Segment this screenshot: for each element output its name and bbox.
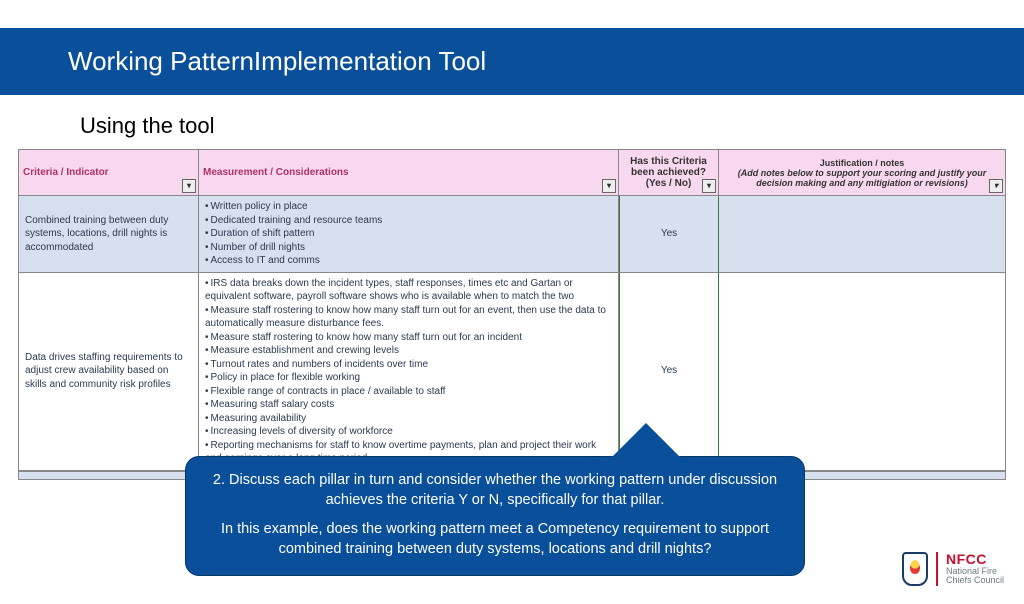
measurement-item: Measuring staff salary costs	[205, 398, 612, 412]
measurement-item: Written policy in place	[205, 200, 612, 214]
instruction-callout: 2. Discuss each pillar in turn and consi…	[185, 456, 805, 576]
logo-acronym: NFCC	[946, 552, 1004, 567]
measurement-item: Increasing levels of diversity of workfo…	[205, 425, 612, 439]
header-justification: Justification / notes (Add notes below t…	[719, 150, 1005, 196]
measurement-item: Turnout rates and numbers of incidents o…	[205, 358, 612, 372]
logo-divider	[936, 552, 938, 586]
measurement-item: Duration of shift pattern	[205, 227, 612, 241]
criteria-table: Criteria / Indicator ▾ Measurement / Con…	[18, 149, 1006, 480]
measurement-list-0: Written policy in placeDedicated trainin…	[205, 200, 612, 268]
cell-achieved: Yes	[619, 196, 719, 273]
measurement-item: Access to IT and comms	[205, 254, 612, 268]
header-justification-sublabel: (Add notes below to support your scoring…	[723, 168, 1001, 188]
measurement-item: Number of drill nights	[205, 241, 612, 255]
header-achieved: Has this Criteria been achieved? (Yes / …	[619, 150, 719, 196]
measurement-item: Policy in place for flexible working	[205, 371, 612, 385]
section-subtitle: Using the tool	[80, 113, 1024, 139]
measurement-item: Dedicated training and resource teams	[205, 214, 612, 228]
logo-text: NFCC National Fire Chiefs Council	[946, 552, 1004, 586]
header-measurement: Measurement / Considerations ▾	[199, 150, 619, 196]
measurement-item: Measure staff rostering to know how many…	[205, 331, 612, 345]
title-bar: Working PatternImplementation Tool	[0, 28, 1024, 95]
measurement-item: Measuring availability	[205, 412, 612, 426]
filter-dropdown-icon[interactable]: ▾	[989, 179, 1003, 193]
measurement-item: Measure establishment and crewing levels	[205, 344, 612, 358]
measurement-item: Flexible range of contracts in place / a…	[205, 385, 612, 399]
filter-dropdown-icon[interactable]: ▾	[602, 179, 616, 193]
callout-paragraph-1: 2. Discuss each pillar in turn and consi…	[210, 471, 780, 510]
table-row: Data drives staffing requirements to adj…	[19, 273, 1005, 471]
logo-line-2b: Chiefs Council	[946, 576, 1004, 585]
table-row: Combined training between duty systems, …	[19, 196, 1005, 273]
cell-justification	[719, 273, 1005, 471]
callout-paragraph-2: In this example, does the working patter…	[210, 520, 780, 559]
cell-measurement: Written policy in placeDedicated trainin…	[199, 196, 619, 273]
header-criteria: Criteria / Indicator ▾	[19, 150, 199, 196]
shield-flame-icon	[902, 552, 928, 586]
measurement-item: Measure staff rostering to know how many…	[205, 304, 612, 331]
table-header-row: Criteria / Indicator ▾ Measurement / Con…	[19, 150, 1005, 196]
nfcc-logo: NFCC National Fire Chiefs Council	[902, 552, 1004, 586]
page-title: Working PatternImplementation Tool	[68, 46, 486, 76]
cell-measurement: IRS data breaks down the incident types,…	[199, 273, 619, 471]
cell-criteria: Data drives staffing requirements to adj…	[19, 273, 199, 471]
measurement-item: IRS data breaks down the incident types,…	[205, 277, 612, 304]
header-criteria-label: Criteria / Indicator	[23, 167, 109, 178]
header-achieved-label: Has this Criteria been achieved? (Yes / …	[623, 156, 714, 189]
cell-criteria: Combined training between duty systems, …	[19, 196, 199, 273]
filter-dropdown-icon[interactable]: ▾	[182, 179, 196, 193]
measurement-list-1: IRS data breaks down the incident types,…	[205, 277, 612, 466]
header-justification-label: Justification / notes	[820, 158, 905, 168]
header-measurement-label: Measurement / Considerations	[203, 167, 349, 178]
cell-justification	[719, 196, 1005, 273]
filter-dropdown-icon[interactable]: ▾	[702, 179, 716, 193]
